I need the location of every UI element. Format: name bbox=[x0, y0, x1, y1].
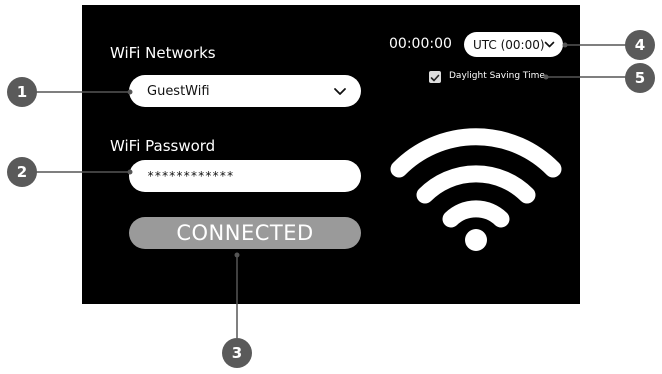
callout-4: 4 bbox=[625, 30, 655, 60]
callout-lines bbox=[36, 42, 626, 338]
callout-2: 2 bbox=[7, 157, 37, 187]
callout-3: 3 bbox=[222, 338, 252, 368]
callout-5: 5 bbox=[625, 63, 655, 93]
callout-1: 1 bbox=[7, 77, 37, 107]
